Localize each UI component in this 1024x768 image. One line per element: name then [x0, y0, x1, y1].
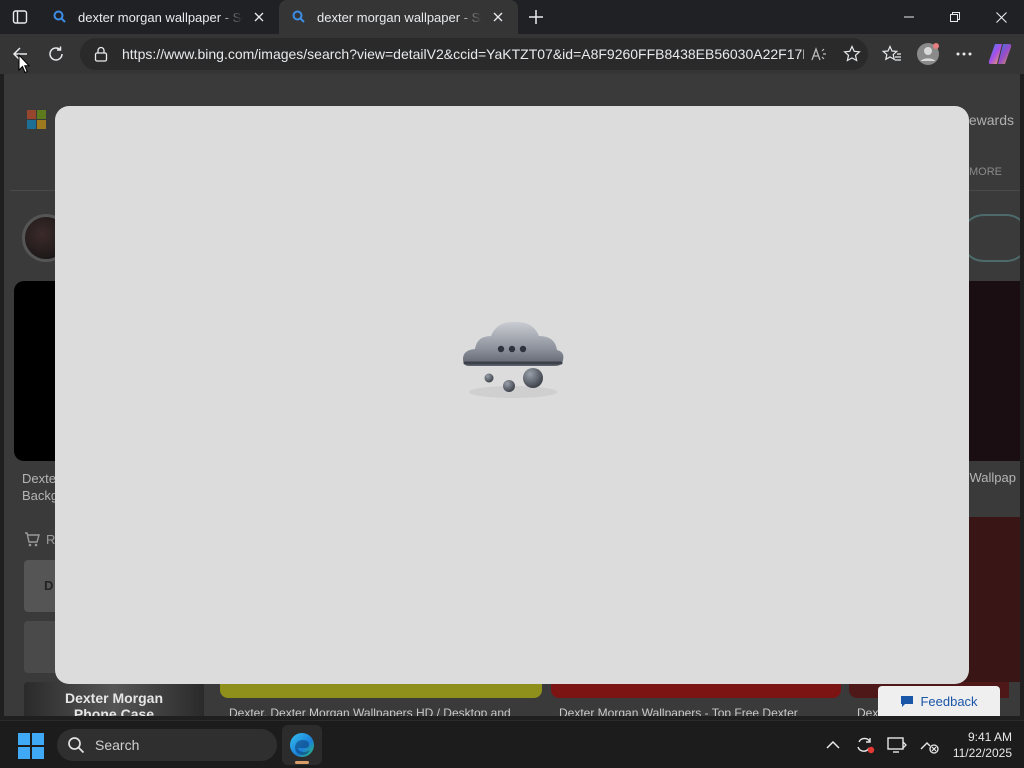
browser-toolbar: https://www.bing.com/images/search?view=… [0, 34, 1024, 74]
favorites-icon [882, 45, 901, 61]
bing-search-favicon-icon [292, 10, 305, 23]
microsoft-logo-icon [27, 110, 47, 130]
search-icon [68, 737, 85, 754]
taskbar-clock[interactable]: 9:41 AM 11/22/2025 [953, 729, 1012, 761]
shopping-card-3: Dexter Morgan Phone Case [24, 682, 204, 716]
window-controls [886, 0, 1024, 34]
result-caption-3: Dex [857, 706, 879, 716]
feedback-label: Feedback [920, 693, 978, 709]
taskbar-edge-button[interactable] [282, 725, 322, 765]
taskbar-search-box[interactable]: Search [57, 729, 277, 761]
image-detail-modal [55, 106, 969, 684]
sync-status-button[interactable] [849, 729, 881, 761]
sync-icon [857, 737, 875, 754]
edge-browser-icon [290, 733, 314, 757]
url-text[interactable]: https://www.bing.com/images/search?view=… [122, 46, 804, 62]
address-bar[interactable]: https://www.bing.com/images/search?view=… [80, 38, 868, 70]
favorite-star-button[interactable] [836, 40, 868, 68]
minimize-button[interactable] [886, 0, 932, 34]
read-aloud-icon [811, 47, 826, 61]
windows-start-icon[interactable] [18, 733, 44, 759]
related-pill [960, 214, 1020, 262]
shopping-cart-icon [25, 532, 40, 547]
result-image-right [960, 281, 1020, 461]
profile-button[interactable] [910, 36, 946, 72]
copilot-button[interactable] [982, 36, 1018, 72]
result-caption-1: Dexter. Dexter Morgan Wallpapers HD / De… [229, 706, 511, 716]
refresh-icon [49, 46, 63, 61]
show-hidden-icons-button[interactable] [817, 729, 849, 761]
minimize-icon [904, 16, 914, 18]
shopping-label: R [46, 532, 56, 547]
copilot-icon [988, 44, 1012, 64]
system-tray: 9:41 AM 11/22/2025 [817, 721, 1012, 768]
close-icon [995, 11, 1007, 23]
restore-button[interactable] [932, 0, 978, 34]
taskbar-search-label: Search [95, 737, 140, 753]
profile-avatar-icon [917, 43, 939, 65]
clock-date: 11/22/2025 [952, 746, 1012, 760]
clock-time: 9:41 AM [967, 730, 1012, 744]
tab-2-close-icon[interactable] [488, 7, 508, 27]
more-link: MORE [969, 166, 1002, 178]
lock-icon[interactable] [90, 43, 112, 65]
bing-search-favicon-icon [53, 10, 66, 23]
network-disconnected-icon [920, 742, 939, 754]
mouse-cursor-icon [18, 54, 30, 74]
display-button[interactable] [881, 729, 913, 761]
tab-2-title: dexter morgan wallpaper - Search [317, 9, 482, 25]
running-indicator [295, 761, 309, 764]
tab-strip: dexter morgan wallpaper - Search dexter … [0, 0, 1024, 34]
chevron-up-icon [826, 741, 840, 749]
toolbar-right [874, 36, 1018, 72]
restore-icon [950, 12, 960, 22]
read-aloud-button[interactable] [804, 40, 836, 68]
new-tab-button[interactable] [518, 0, 554, 34]
tab-1-close-icon[interactable] [249, 7, 269, 27]
tab-2[interactable]: dexter morgan wallpaper - Search [279, 0, 518, 34]
tab-actions-icon [12, 10, 28, 24]
tab-1-title: dexter morgan wallpaper - Search [78, 9, 243, 25]
settings-more-button[interactable] [946, 36, 982, 72]
windows-taskbar: Search 9:41 AM 11/22/2025 [0, 720, 1024, 768]
more-dots-icon [956, 52, 972, 56]
result-caption-2: Dexter Morgan Wallpapers - Top Free Dext… [559, 706, 798, 716]
result-image-red-strip [551, 682, 841, 698]
plus-icon [529, 10, 543, 24]
close-window-button[interactable] [978, 0, 1024, 34]
star-icon [843, 45, 861, 62]
refresh-button[interactable] [38, 36, 74, 72]
favorites-button[interactable] [874, 36, 910, 72]
result-image-yellow-strip [220, 682, 542, 698]
tab-actions-button[interactable] [0, 0, 40, 34]
feedback-icon [901, 695, 914, 707]
monitor-icon [887, 737, 907, 753]
result-caption-left: Dexte Backg [22, 471, 59, 503]
tab-1[interactable]: dexter morgan wallpaper - Search [40, 0, 279, 34]
screen: dexter morgan wallpaper - Search dexter … [0, 0, 1024, 768]
rewards-link: ewards [968, 112, 1014, 128]
feedback-button[interactable]: Feedback [878, 686, 1000, 716]
result-caption-right: Wallpap [969, 470, 1016, 485]
network-button[interactable] [913, 729, 945, 761]
loading-cloud-icon [463, 321, 564, 398]
